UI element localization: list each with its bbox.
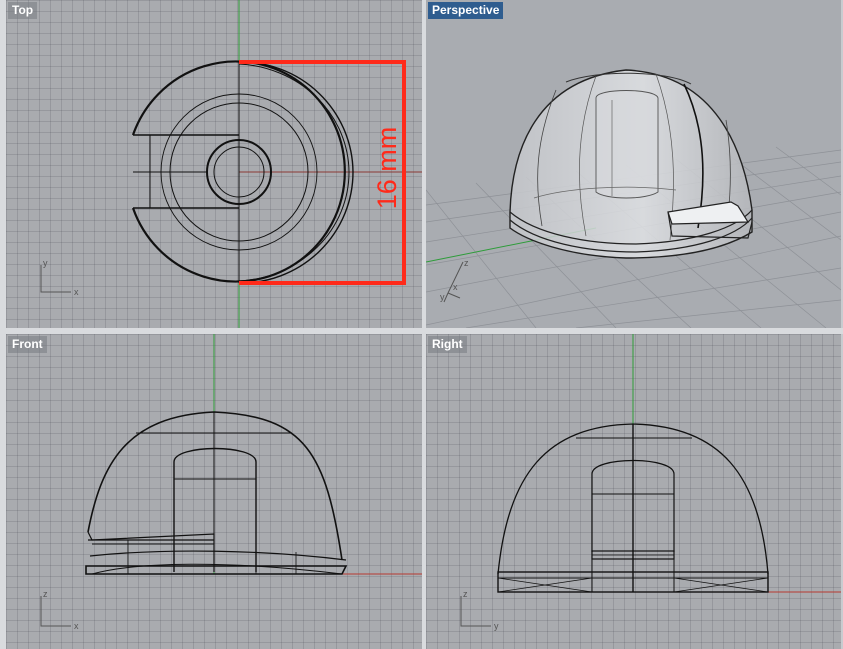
dimension-label: 16 mm (372, 127, 402, 210)
perspective-viewport-canvas[interactable]: z y x (426, 0, 841, 328)
right-axis-label-y: y (494, 621, 499, 631)
right-axis-label-z: z (463, 589, 468, 599)
right-viewport[interactable]: z y Right (426, 334, 841, 649)
axis-label-y: y (43, 258, 48, 268)
front-viewport-canvas[interactable]: z x (6, 334, 422, 649)
top-viewport[interactable]: 16 mm y x Top (6, 0, 422, 328)
right-axis-tripod (460, 596, 491, 627)
front-axis-label-z: z (43, 589, 48, 599)
viewport-title-right[interactable]: Right (428, 336, 467, 353)
right-view-geometry (497, 423, 769, 593)
perspective-dome-model (509, 69, 753, 259)
right-viewport-canvas[interactable]: z y (426, 334, 841, 649)
persp-axis-label-y: y (440, 292, 445, 302)
persp-axis-label-x: x (453, 282, 458, 292)
front-viewport[interactable]: z x Front (6, 334, 422, 649)
front-axis-label-x: x (74, 621, 79, 631)
viewport-title-top[interactable]: Top (8, 2, 38, 19)
front-axis-tripod (40, 596, 71, 627)
viewport-splitter-horizontal[interactable] (0, 328, 843, 334)
viewport-title-perspective[interactable]: Perspective (428, 2, 504, 19)
viewport-splitter-vertical[interactable] (422, 0, 426, 649)
perspective-viewport[interactable]: z y x Perspective (426, 0, 841, 328)
top-viewport-canvas[interactable]: 16 mm y x (6, 0, 422, 328)
axis-label-x: x (74, 287, 79, 297)
viewport-title-front[interactable]: Front (8, 336, 47, 353)
front-view-geometry (85, 411, 348, 575)
persp-axis-label-z: z (464, 258, 469, 268)
axis-tripod (40, 265, 71, 293)
